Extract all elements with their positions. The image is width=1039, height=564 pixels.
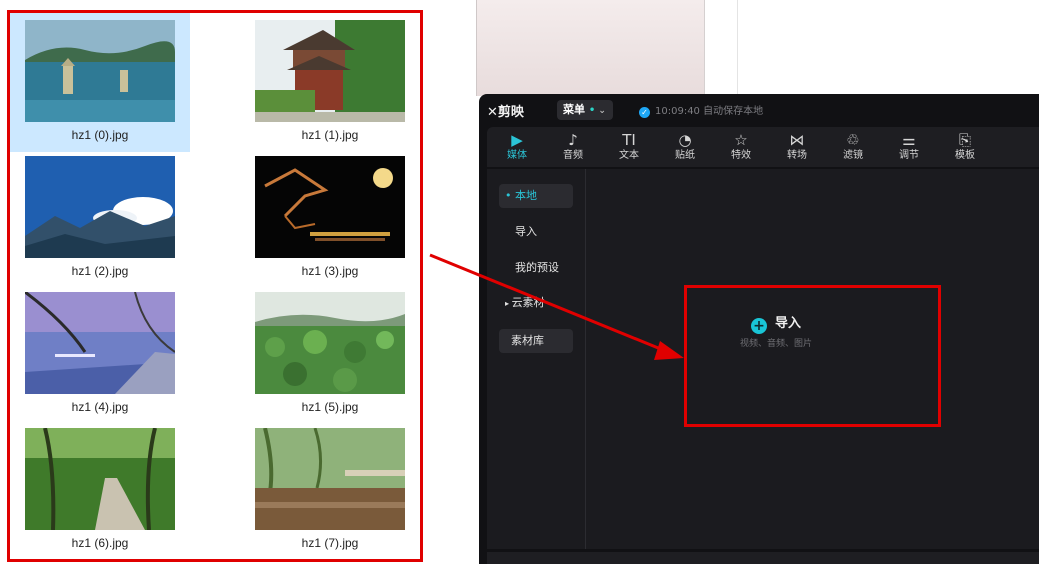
tab-label: 转场	[787, 150, 807, 161]
tab-sticker[interactable]: ◔ 贴纸	[660, 130, 710, 162]
template-icon: ⎘	[958, 131, 971, 149]
tab-label: 文本	[619, 150, 639, 161]
file-item[interactable]: hz1 (5).jpg	[240, 284, 420, 424]
file-item[interactable]: hz1 (7).jpg	[240, 420, 420, 560]
file-thumbnail	[25, 428, 175, 530]
import-area[interactable]: + 导入 视频、音频、图片	[676, 276, 876, 376]
media-drop-area: + 导入 视频、音频、图片	[586, 169, 1039, 549]
tab-template[interactable]: ⎘ 模板	[940, 130, 990, 162]
tab-label: 贴纸	[675, 150, 695, 161]
autosave-status: ✓ 10:09:40 自动保存本地	[639, 102, 763, 118]
file-thumbnail	[255, 156, 405, 258]
audio-icon: ♪	[568, 131, 578, 149]
chevron-down-icon: ⌄	[595, 106, 606, 116]
app-name: 剪映	[497, 105, 524, 120]
file-name: hz1 (5).jpg	[301, 400, 359, 414]
file-name: hz1 (4).jpg	[71, 400, 129, 414]
sidebar-item-library[interactable]: 素材库	[499, 329, 573, 353]
file-name: hz1 (6).jpg	[71, 536, 129, 550]
title-bar: ✕剪映 菜单 • ⌄ ✓ 10:09:40 自动保存本地	[479, 94, 1039, 126]
tab-adjust[interactable]: ⚌ 调节	[884, 130, 934, 162]
file-item[interactable]: hz1 (4).jpg	[10, 284, 190, 424]
media-sidebar: • 本地 导入 我的预设 ▸ 云素材 素材库	[487, 169, 586, 549]
import-button[interactable]: + 导入	[676, 312, 876, 334]
tab-media[interactable]: ▶︎ 媒体	[492, 130, 542, 162]
jianying-editor-window: ✕剪映 菜单 • ⌄ ✓ 10:09:40 自动保存本地 ▶︎ 媒体 ♪ 音频 T…	[479, 94, 1039, 564]
file-item[interactable]: hz1 (3).jpg	[240, 148, 420, 288]
divider	[704, 0, 705, 96]
file-item[interactable]: hz1 (6).jpg	[10, 420, 190, 560]
sidebar-item-cloud[interactable]: ▸ 云素材	[499, 291, 573, 315]
file-item[interactable]: hz1 (2).jpg	[10, 148, 190, 288]
file-name: hz1 (7).jpg	[301, 536, 359, 550]
import-label: 导入	[774, 316, 801, 331]
sidebar-item-label: 本地	[515, 189, 537, 202]
tab-audio[interactable]: ♪ 音频	[548, 130, 598, 162]
tab-text[interactable]: TI 文本	[604, 130, 654, 162]
file-thumbnail	[255, 20, 405, 122]
filter-icon: ♲	[846, 131, 860, 149]
tab-label: 特效	[731, 150, 751, 161]
app-logo: ✕剪映	[487, 101, 524, 120]
tab-filter[interactable]: ♲ 滤镜	[828, 130, 878, 162]
effects-icon: ☆	[734, 131, 748, 149]
sidebar-item-label: 我的预设	[515, 261, 559, 274]
sidebar-item-label: 导入	[515, 225, 537, 238]
file-thumbnail	[255, 428, 405, 530]
sidebar-item-label: 素材库	[511, 334, 544, 347]
plus-circle-icon: +	[750, 318, 767, 334]
file-thumbnail	[25, 20, 175, 122]
tab-label: 调节	[899, 150, 919, 161]
sidebar-item-local[interactable]: • 本地	[499, 184, 573, 208]
check-icon: ✓	[639, 107, 650, 118]
text-icon: TI	[622, 131, 636, 149]
file-browser-panel: hz1 (0).jpg hz1 (1).jpg hz1 (2).jpg hz1 …	[0, 0, 440, 552]
menu-label: 菜单	[563, 103, 585, 116]
file-item[interactable]: hz1 (0).jpg	[10, 12, 190, 152]
transition-icon: ⋈	[789, 131, 805, 149]
import-hint: 视频、音频、图片	[739, 339, 812, 349]
media-icon: ▶︎	[511, 131, 523, 149]
file-name: hz1 (3).jpg	[301, 264, 359, 278]
file-name: hz1 (2).jpg	[71, 264, 129, 278]
file-name: hz1 (1).jpg	[301, 128, 359, 142]
adjust-icon: ⚌	[902, 131, 916, 149]
sidebar-item-presets[interactable]: 我的预设	[499, 256, 573, 280]
tab-label: 媒体	[507, 150, 527, 161]
media-content-area: • 本地 导入 我的预设 ▸ 云素材 素材库 + 导入 视频、音频、图片	[487, 169, 1039, 549]
dot-icon: •	[505, 189, 515, 202]
divider	[476, 0, 477, 96]
autosave-text: 10:09:40 自动保存本地	[655, 106, 764, 117]
logo-icon: ✕	[487, 105, 498, 120]
media-toolbar: ▶︎ 媒体 ♪ 音频 TI 文本 ◔ 贴纸 ☆ 特效 ⋈ 转场 ♲ 滤镜 ⚌ 调	[487, 127, 1039, 167]
tab-transition[interactable]: ⋈ 转场	[772, 130, 822, 162]
timeline-strip	[487, 552, 1039, 564]
file-item[interactable]: hz1 (1).jpg	[240, 12, 420, 152]
sidebar-item-label: 云素材	[511, 296, 545, 309]
divider	[737, 0, 738, 96]
background-document	[476, 0, 704, 96]
menu-button[interactable]: 菜单 • ⌄	[557, 100, 613, 120]
file-thumbnail	[25, 156, 175, 258]
sidebar-item-import[interactable]: 导入	[499, 220, 573, 244]
file-name: hz1 (0).jpg	[71, 128, 129, 142]
tab-label: 滤镜	[843, 150, 863, 161]
tab-effects[interactable]: ☆ 特效	[716, 130, 766, 162]
tab-label: 模板	[955, 150, 975, 161]
file-thumbnail	[25, 292, 175, 394]
tab-label: 音频	[563, 150, 583, 161]
sticker-icon: ◔	[678, 131, 692, 149]
file-thumbnail	[255, 292, 405, 394]
